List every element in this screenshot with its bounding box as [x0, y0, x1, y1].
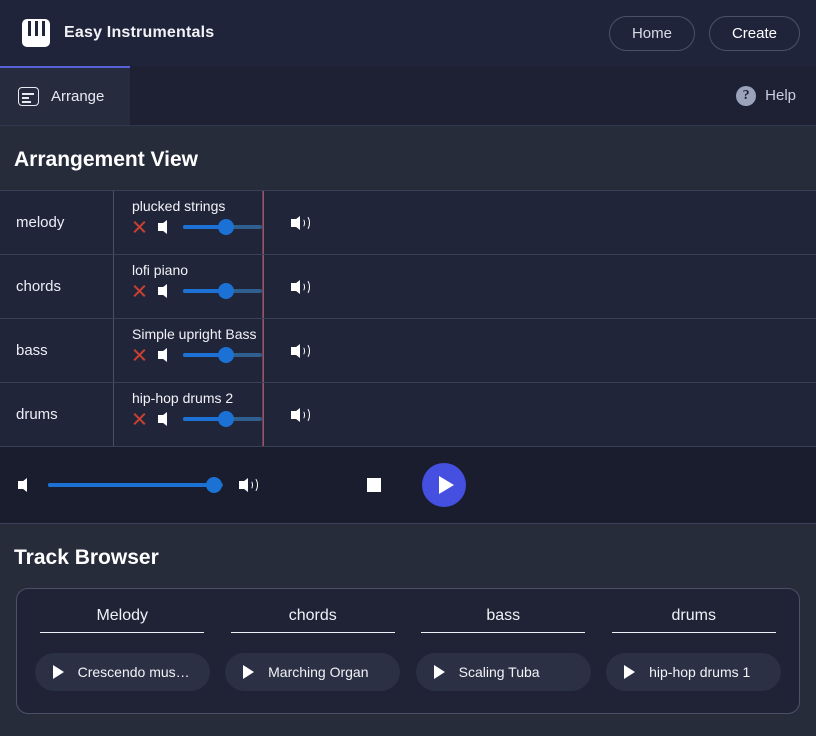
header-actions: Home Create — [608, 15, 800, 51]
track-browser-title: Track Browser — [14, 546, 159, 569]
list-item[interactable]: Marching Organ — [225, 653, 401, 691]
play-triangle-icon — [52, 665, 64, 679]
browser-column: chords Marching Organ — [218, 607, 409, 691]
play-triangle-icon — [433, 665, 445, 679]
clip-volume-slider[interactable] — [183, 347, 262, 363]
browser-column: drums hip-hop drums 1 — [599, 607, 790, 691]
clip-volume-slider[interactable] — [183, 219, 262, 235]
list-item[interactable]: Crescendo mus… — [34, 653, 210, 691]
clip-controls — [132, 283, 262, 299]
clip-controls — [132, 219, 262, 235]
master-volume-slider[interactable] — [48, 477, 223, 493]
clip-volume-slider[interactable] — [183, 411, 262, 427]
browser-column-title: chords — [230, 607, 395, 633]
tab-list: Arrange — [0, 66, 131, 125]
clip-output-icon[interactable] — [291, 406, 311, 424]
play-button[interactable] — [422, 463, 466, 507]
track-group-label: chords — [0, 255, 114, 318]
track-lane — [263, 319, 816, 382]
tab-arrange[interactable]: Arrange — [0, 66, 131, 125]
play-triangle-icon — [438, 476, 454, 494]
arrange-list-icon — [18, 87, 39, 106]
table-row: drums hip-hop drums 2 — [0, 383, 816, 447]
app-header: Easy Instrumentals Home Create — [0, 0, 816, 66]
track-clip-cell: lofi piano — [114, 255, 263, 318]
clip-output-icon[interactable] — [291, 278, 311, 296]
remove-clip-button[interactable] — [132, 220, 147, 235]
clip-output-icon[interactable] — [291, 342, 311, 360]
master-output-icon[interactable] — [239, 476, 259, 494]
track-browser-panel: Melody Crescendo mus… chords Marching Organ… — [16, 588, 800, 714]
remove-clip-button[interactable] — [132, 412, 147, 427]
track-lane — [263, 191, 816, 254]
playhead-marker — [263, 255, 264, 318]
list-item[interactable]: Scaling Tuba — [415, 653, 591, 691]
help-label: Help — [765, 87, 796, 104]
track-clip-cell: hip-hop drums 2 — [114, 383, 263, 446]
question-mark-icon: ? — [736, 85, 757, 106]
browser-column: Melody Crescendo mus… — [27, 607, 218, 691]
track-group-label: bass — [0, 319, 114, 382]
app-title: Easy Instrumentals — [64, 24, 215, 41]
help-button[interactable]: ? Help — [736, 66, 816, 125]
table-row: chords lofi piano — [0, 255, 816, 319]
playhead-marker — [263, 319, 264, 382]
tab-arrange-label: Arrange — [51, 88, 105, 105]
clip-name: hip-hop drums 2 — [132, 390, 234, 406]
create-button[interactable]: Create — [708, 15, 800, 51]
brand: Easy Instrumentals — [22, 19, 214, 47]
clip-mute-icon[interactable] — [158, 219, 172, 235]
browser-item-label: Marching Organ — [268, 664, 369, 680]
track-lane — [263, 383, 816, 446]
list-item[interactable]: hip-hop drums 1 — [606, 653, 782, 691]
transport-bar — [0, 447, 816, 524]
clip-controls — [132, 347, 262, 363]
arrangement-view-title: Arrangement View — [14, 148, 199, 171]
stop-button[interactable] — [367, 478, 381, 492]
remove-clip-button[interactable] — [132, 348, 147, 363]
clip-mute-icon[interactable] — [158, 347, 172, 363]
master-mute-icon[interactable] — [18, 477, 32, 493]
clip-name: plucked strings — [132, 198, 226, 214]
home-button[interactable]: Home — [608, 15, 695, 51]
tab-bar: Arrange ? Help — [0, 66, 816, 126]
clip-mute-icon[interactable] — [158, 411, 172, 427]
clip-name: lofi piano — [132, 262, 189, 278]
browser-item-label: Crescendo mus… — [77, 664, 190, 680]
browser-item-label: Scaling Tuba — [458, 664, 540, 680]
track-lane — [263, 255, 816, 318]
clip-name: Simple upright Bass — [132, 326, 257, 342]
track-clip-cell: Simple upright Bass — [114, 319, 263, 382]
table-row: bass Simple upright Bass — [0, 319, 816, 383]
clip-volume-slider[interactable] — [183, 283, 262, 299]
clip-output-icon[interactable] — [291, 214, 311, 232]
track-group-label: drums — [0, 383, 114, 446]
clip-mute-icon[interactable] — [158, 283, 172, 299]
clip-controls — [132, 411, 262, 427]
playhead-marker — [263, 191, 264, 254]
arrangement-grid: melody plucked strings chords lofi piano bas… — [0, 190, 816, 447]
browser-column-title: bass — [421, 607, 586, 633]
play-triangle-icon — [243, 665, 255, 679]
browser-column-title: Melody — [40, 607, 205, 633]
piano-keyboard-icon — [22, 19, 50, 47]
playhead-marker — [263, 383, 264, 446]
browser-column: bass Scaling Tuba — [408, 607, 599, 691]
browser-item-label: hip-hop drums 1 — [649, 664, 751, 680]
track-group-label: melody — [0, 191, 114, 254]
track-clip-cell: plucked strings — [114, 191, 263, 254]
browser-column-title: drums — [611, 607, 776, 633]
table-row: melody plucked strings — [0, 191, 816, 255]
play-triangle-icon — [624, 665, 636, 679]
remove-clip-button[interactable] — [132, 284, 147, 299]
